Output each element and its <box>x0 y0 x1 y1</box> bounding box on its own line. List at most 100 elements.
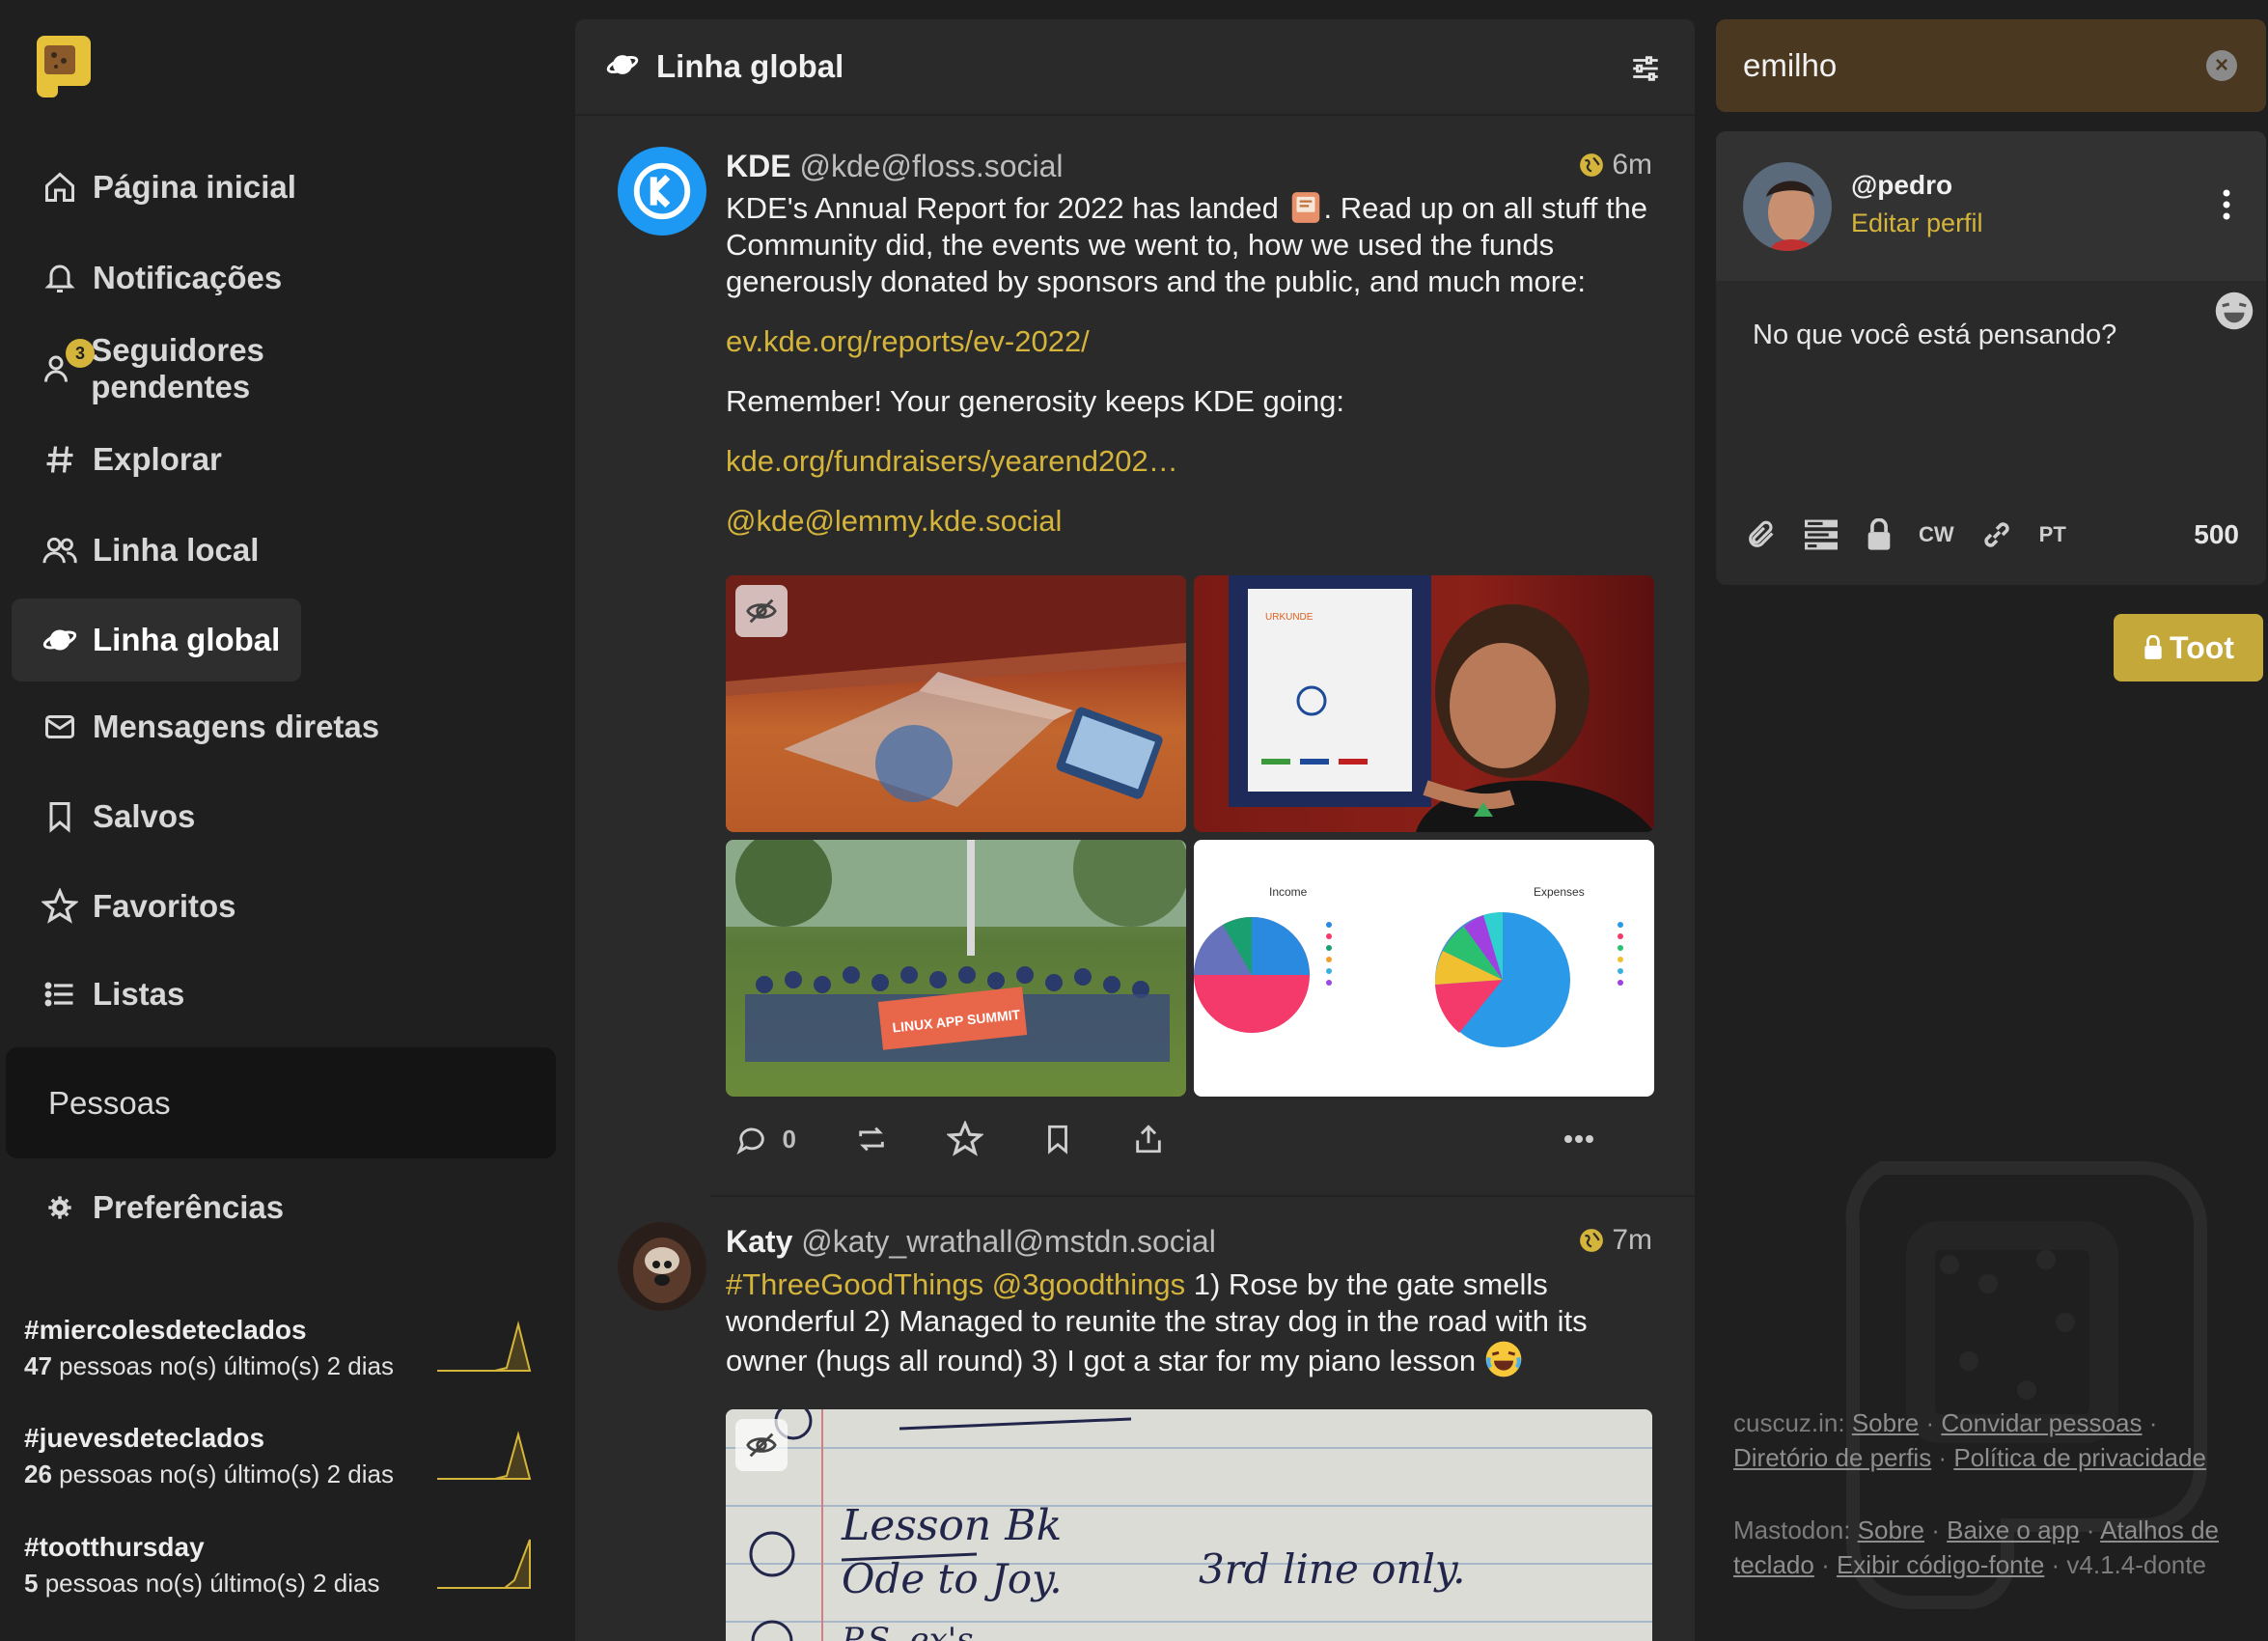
poll-icon[interactable] <box>1803 518 1839 551</box>
post-paragraph: KDE's Annual Report for 2022 has landed … <box>726 191 1648 298</box>
avatar[interactable] <box>618 1222 706 1311</box>
planet-icon <box>41 621 79 659</box>
hashtag-link[interactable]: #ThreeGoodThings <box>726 1267 983 1301</box>
retweet-icon <box>859 1126 884 1152</box>
post-author[interactable]: KDE @kde@floss.social <box>726 149 1064 184</box>
footer-link-directory[interactable]: Diretório de perfis <box>1733 1443 1931 1472</box>
trend-sparkline <box>437 1539 531 1589</box>
nav-explore[interactable]: Explorar <box>12 418 301 501</box>
more-options-button[interactable] <box>1563 1134 1594 1144</box>
media-image-pie-charts[interactable]: Income Expenses <box>1194 840 1654 1097</box>
account-handle[interactable]: @pedro <box>1851 170 1952 201</box>
footer-link-invite[interactable]: Convidar pessoas <box>1941 1408 2142 1437</box>
trend-item[interactable]: #juevesdeteclados 26 pessoas no(s) últim… <box>24 1423 545 1510</box>
edit-profile-link[interactable]: Editar perfil <box>1851 209 1983 238</box>
gear-icon <box>41 1188 79 1227</box>
notebook-line-3: 3rd line only. <box>1199 1545 1465 1593</box>
eye-slash-icon[interactable] <box>735 585 788 637</box>
post-link[interactable]: ev.kde.org/reports/ev-2022/ <box>726 323 1652 360</box>
notebook-line-2: Ode to Joy. <box>842 1555 1063 1602</box>
post-link[interactable]: kde.org/fundraisers/yearend202… <box>726 443 1652 480</box>
post-content: #ThreeGoodThings @3goodthings 1) Rose by… <box>726 1267 1588 1377</box>
post-timestamp[interactable]: 7m <box>1579 1224 1652 1257</box>
paperclip-icon[interactable] <box>1745 518 1778 551</box>
trend-item[interactable]: #miercolesdeteclados 47 pessoas no(s) úl… <box>24 1315 545 1402</box>
bookmark-icon <box>41 797 79 836</box>
footer-link-about[interactable]: Sobre <box>1852 1408 1919 1437</box>
avatar[interactable] <box>1743 162 1832 251</box>
column-title: Linha global <box>656 48 844 84</box>
trend-item[interactable]: #tootthursday 5 pessoas no(s) último(s) … <box>24 1532 545 1619</box>
globe-icon <box>1580 1229 1604 1252</box>
nav-label: Listas <box>93 976 185 1012</box>
eye-slash-icon[interactable] <box>735 1419 788 1471</box>
nav-local-timeline[interactable]: Linha local <box>12 509 301 592</box>
lock-icon <box>2144 635 2162 659</box>
nav-follow-requests[interactable]: 3 Seguidores pendentes <box>12 327 417 410</box>
account-handle: @katy_wrathall@mstdn.social <box>801 1224 1216 1259</box>
nav-label: Mensagens diretas <box>93 709 380 744</box>
home-icon <box>41 168 79 207</box>
footer-link-privacy[interactable]: Política de privacidade <box>1953 1443 2206 1472</box>
footer-link-about[interactable]: Sobre <box>1858 1516 1924 1544</box>
compose-textarea[interactable]: No que você está pensando? <box>1753 320 2116 351</box>
footer-link-app[interactable]: Baixe o app <box>1947 1516 2079 1544</box>
nav-home[interactable]: Página inicial <box>12 146 301 229</box>
favourite-button[interactable] <box>946 1121 983 1157</box>
laughing-emoji-icon <box>1485 1341 1522 1377</box>
sliders-icon[interactable] <box>1629 52 1662 90</box>
kebab-menu-icon[interactable] <box>2222 189 2231 225</box>
media-image-group-photo[interactable]: LINUX APP SUMMIT <box>726 840 1186 1097</box>
nav-direct-messages[interactable]: Mensagens diretas <box>12 685 417 768</box>
mention-link[interactable]: @kde@lemmy.kde.social <box>726 503 1652 540</box>
footer-link-source[interactable]: Exibir código-fonte <box>1837 1550 2044 1579</box>
column-header[interactable]: Linha global <box>575 19 1695 116</box>
nav-favourites[interactable]: Favoritos <box>12 865 301 948</box>
content-warning-button[interactable]: CW <box>1919 522 1954 547</box>
share-icon <box>1136 1125 1161 1154</box>
nav-notifications[interactable]: Notificações <box>12 236 301 320</box>
chart-title-income: Income <box>1269 885 1308 899</box>
people-label: Pessoas <box>48 1084 171 1121</box>
lock-icon[interactable] <box>1865 518 1894 551</box>
compose-panel: @pedro Editar perfil No que você está pe… <box>1716 131 2266 585</box>
post-divider <box>710 1195 1695 1197</box>
post-content: KDE's Annual Report for 2022 has landed … <box>726 189 1652 540</box>
search-input[interactable]: emilho × <box>1716 19 2266 112</box>
current-account: @pedro Editar perfil <box>1716 131 2266 281</box>
avatar[interactable] <box>618 147 706 236</box>
boost-button[interactable] <box>854 1123 889 1155</box>
bookmark-button[interactable] <box>1041 1123 1074 1155</box>
toot-button[interactable]: Toot <box>2114 614 2263 681</box>
link-icon[interactable] <box>1979 517 2014 552</box>
nav-global-timeline[interactable]: Linha global <box>12 598 301 681</box>
media-image-notebook[interactable]: Lesson Bk Ode to Joy. 3rd line only. P.S… <box>726 1409 1652 1641</box>
close-icon[interactable]: × <box>2206 50 2237 81</box>
trend-sparkline <box>437 1321 532 1372</box>
language-button[interactable]: PT <box>2039 522 2066 547</box>
emoji-picker-icon[interactable] <box>2214 291 2254 336</box>
reply-count: 0 <box>782 1124 796 1154</box>
media-image-lectern[interactable] <box>726 575 1186 832</box>
nav-bookmarks[interactable]: Salvos <box>12 775 301 858</box>
nav-preferences[interactable]: Preferências <box>12 1166 301 1249</box>
post-actions: 0 <box>735 1110 1652 1168</box>
share-button[interactable] <box>1132 1123 1165 1155</box>
display-name: Katy <box>726 1224 793 1259</box>
nav-lists[interactable]: Listas <box>12 953 301 1036</box>
timeline-column: Linha global KDE @kde@floss.social 6m KD… <box>575 19 1695 1641</box>
nav-label: Notificações <box>93 260 283 295</box>
post-timestamp[interactable]: 6m <box>1579 149 1652 181</box>
pending-count-badge: 3 <box>66 339 95 368</box>
mention-link[interactable]: @3goodthings <box>992 1267 1185 1301</box>
people-section[interactable]: Pessoas <box>6 1047 556 1158</box>
media-image-certificate[interactable]: URKUNDE <box>1194 575 1654 832</box>
elephant-logo-icon[interactable] <box>29 32 93 99</box>
reply-button[interactable]: 0 <box>735 1123 796 1155</box>
sidebar: Página inicial Notificações 3 Seguidores… <box>0 0 560 1641</box>
post-author[interactable]: Katy @katy_wrathall@mstdn.social <box>726 1224 1216 1260</box>
envelope-icon <box>41 708 79 746</box>
chart-title-expenses: Expenses <box>1534 885 1585 899</box>
star-icon <box>946 1121 983 1156</box>
nav-label: Preferências <box>93 1189 285 1225</box>
